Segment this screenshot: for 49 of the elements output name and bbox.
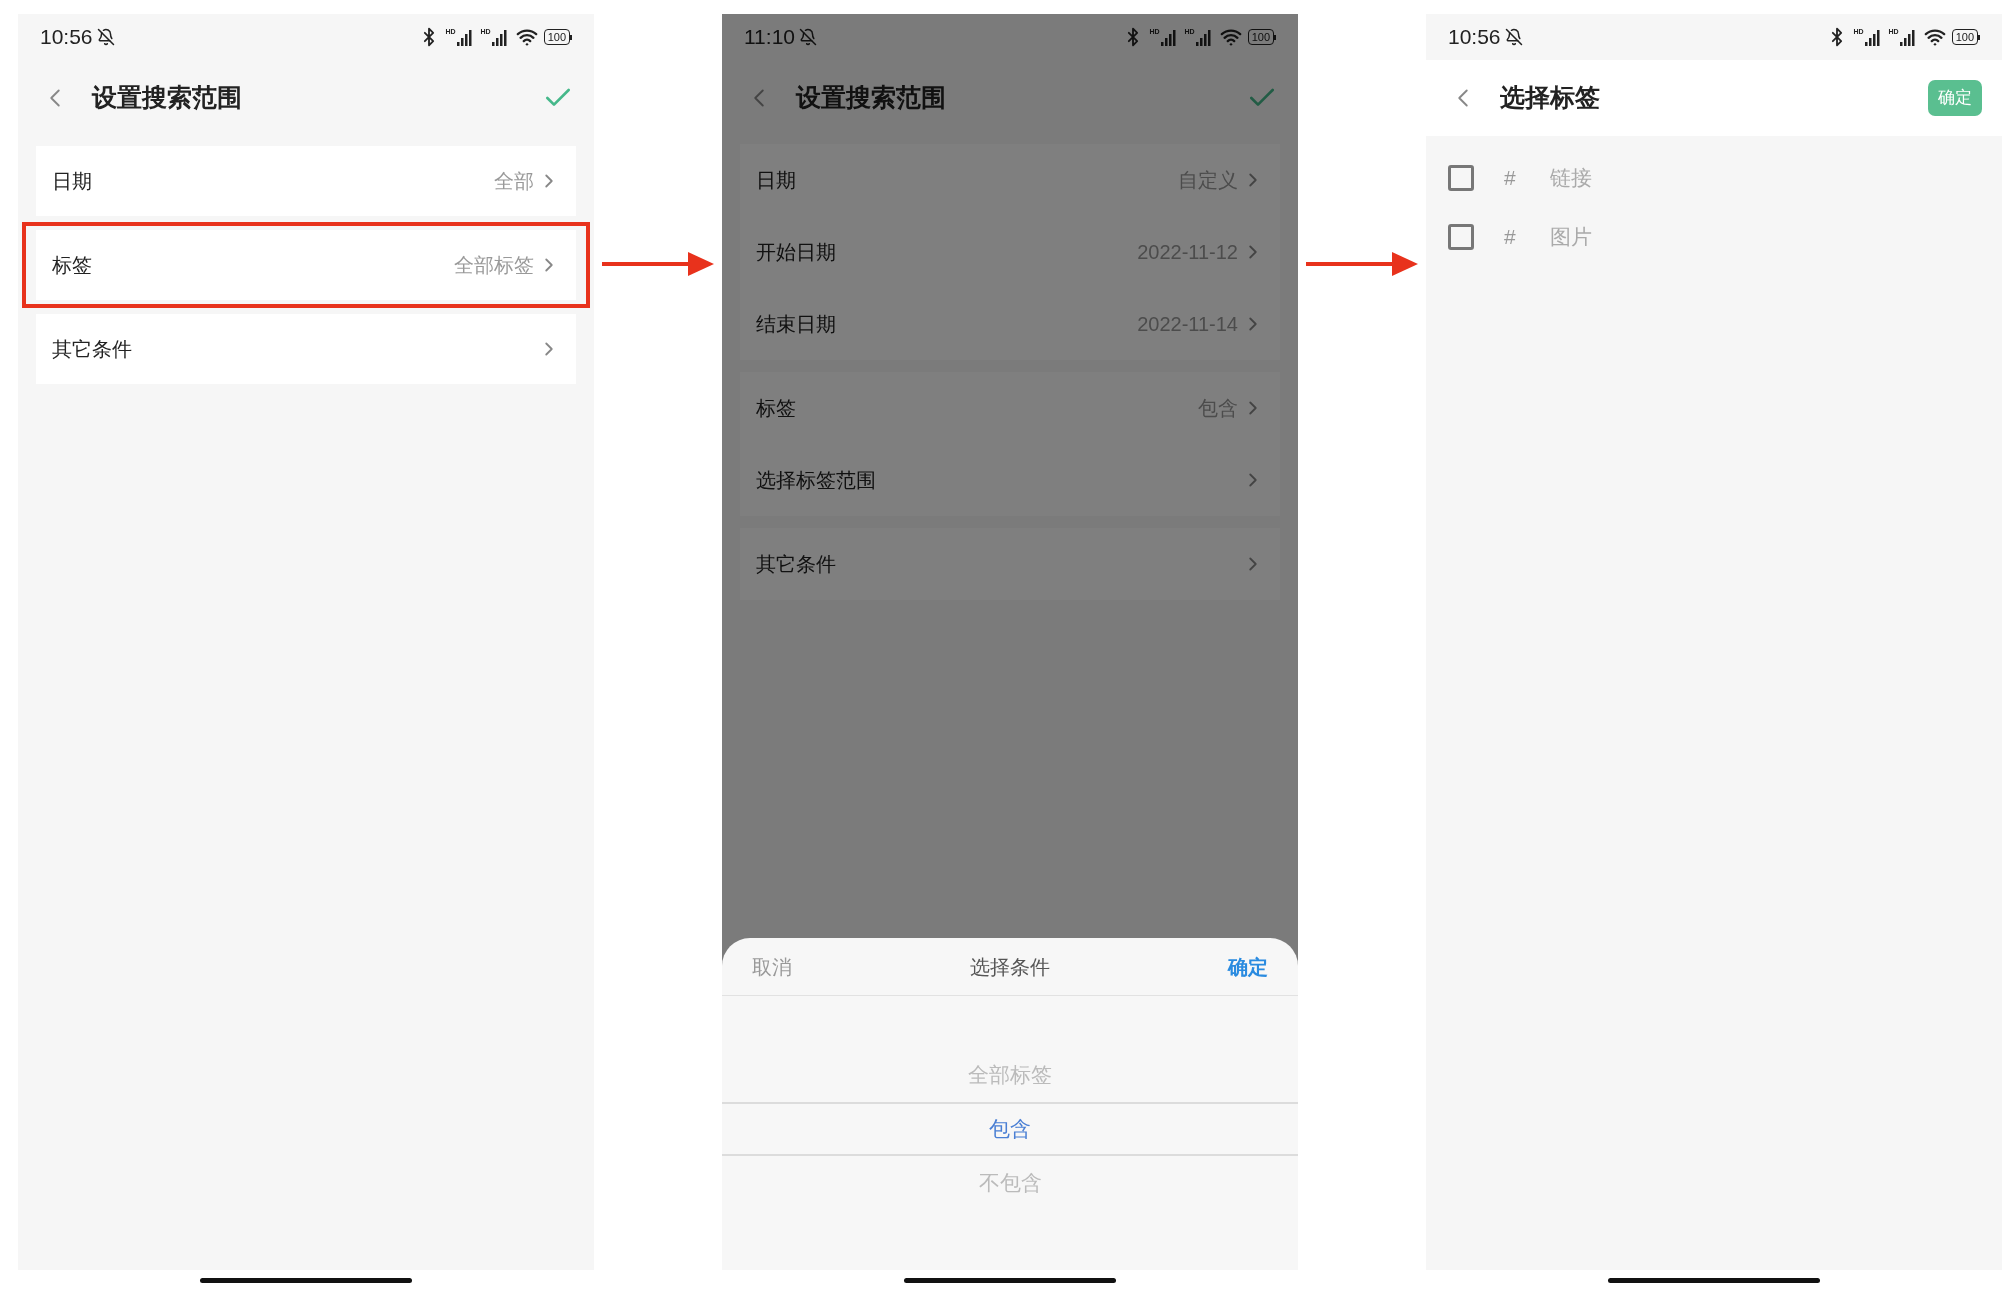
checkbox[interactable] xyxy=(1448,223,1474,250)
row-label: 选择标签范围 xyxy=(756,468,877,493)
settings-row[interactable]: 标签 全部标签 xyxy=(36,230,576,300)
arrow-icon xyxy=(602,250,714,278)
status-time: 10:56 xyxy=(1448,24,1501,51)
hash-mark: # xyxy=(1504,223,1516,250)
row-label: 其它条件 xyxy=(756,552,837,577)
row-label: 标签 xyxy=(756,396,797,421)
tag-label: 图片 xyxy=(1549,223,1592,250)
page-title: 设置搜索范围 xyxy=(796,82,947,114)
row-label: 标签 xyxy=(52,253,93,278)
row-label: 日期 xyxy=(52,169,93,194)
page-title: 选择标签 xyxy=(1500,82,1601,114)
wifi-icon xyxy=(515,26,538,48)
checkbox[interactable] xyxy=(1448,164,1474,191)
wifi-icon xyxy=(1923,26,1946,48)
signal-icon xyxy=(1899,28,1918,46)
signal-icon xyxy=(456,28,475,46)
hash-mark: # xyxy=(1504,164,1516,191)
sheet-title: 选择条件 xyxy=(970,954,1050,980)
settings-row[interactable]: 其它条件 xyxy=(36,314,576,384)
status-time: 10:56 xyxy=(40,24,93,51)
tag-label: 链接 xyxy=(1549,164,1592,191)
battery-icon: 100 xyxy=(543,29,572,45)
battery-icon: 100 xyxy=(1951,29,1980,45)
status-time: 11:10 xyxy=(744,24,795,51)
cancel-button[interactable]: 取消 xyxy=(752,951,792,982)
muted-bell-icon xyxy=(799,28,817,46)
muted-bell-icon xyxy=(1504,28,1523,46)
wifi-icon xyxy=(1219,26,1242,48)
row-value: 全部 xyxy=(494,169,534,194)
row-label: 其它条件 xyxy=(52,337,133,362)
signal-icon xyxy=(491,28,510,46)
row-value: 全部标签 xyxy=(454,253,534,278)
row-label: 日期 xyxy=(756,168,797,193)
battery-icon: 100 xyxy=(1247,29,1276,45)
signal-icon xyxy=(1195,28,1214,46)
page-title: 设置搜索范围 xyxy=(92,82,243,114)
signal-icon xyxy=(1864,28,1883,46)
signal-icon xyxy=(1160,28,1179,46)
settings-row[interactable]: 其它条件 xyxy=(740,528,1280,600)
muted-bell-icon xyxy=(96,28,115,46)
confirm-button[interactable]: 确定 xyxy=(1228,951,1268,982)
arrow-icon xyxy=(1306,250,1418,278)
picker-option[interactable]: 包含 xyxy=(722,1102,1298,1156)
row-label: 结束日期 xyxy=(756,312,837,337)
row-label: 开始日期 xyxy=(756,240,837,265)
settings-row[interactable]: 选择标签范围 xyxy=(740,444,1280,516)
settings-row[interactable]: 日期 全部 xyxy=(36,146,576,216)
